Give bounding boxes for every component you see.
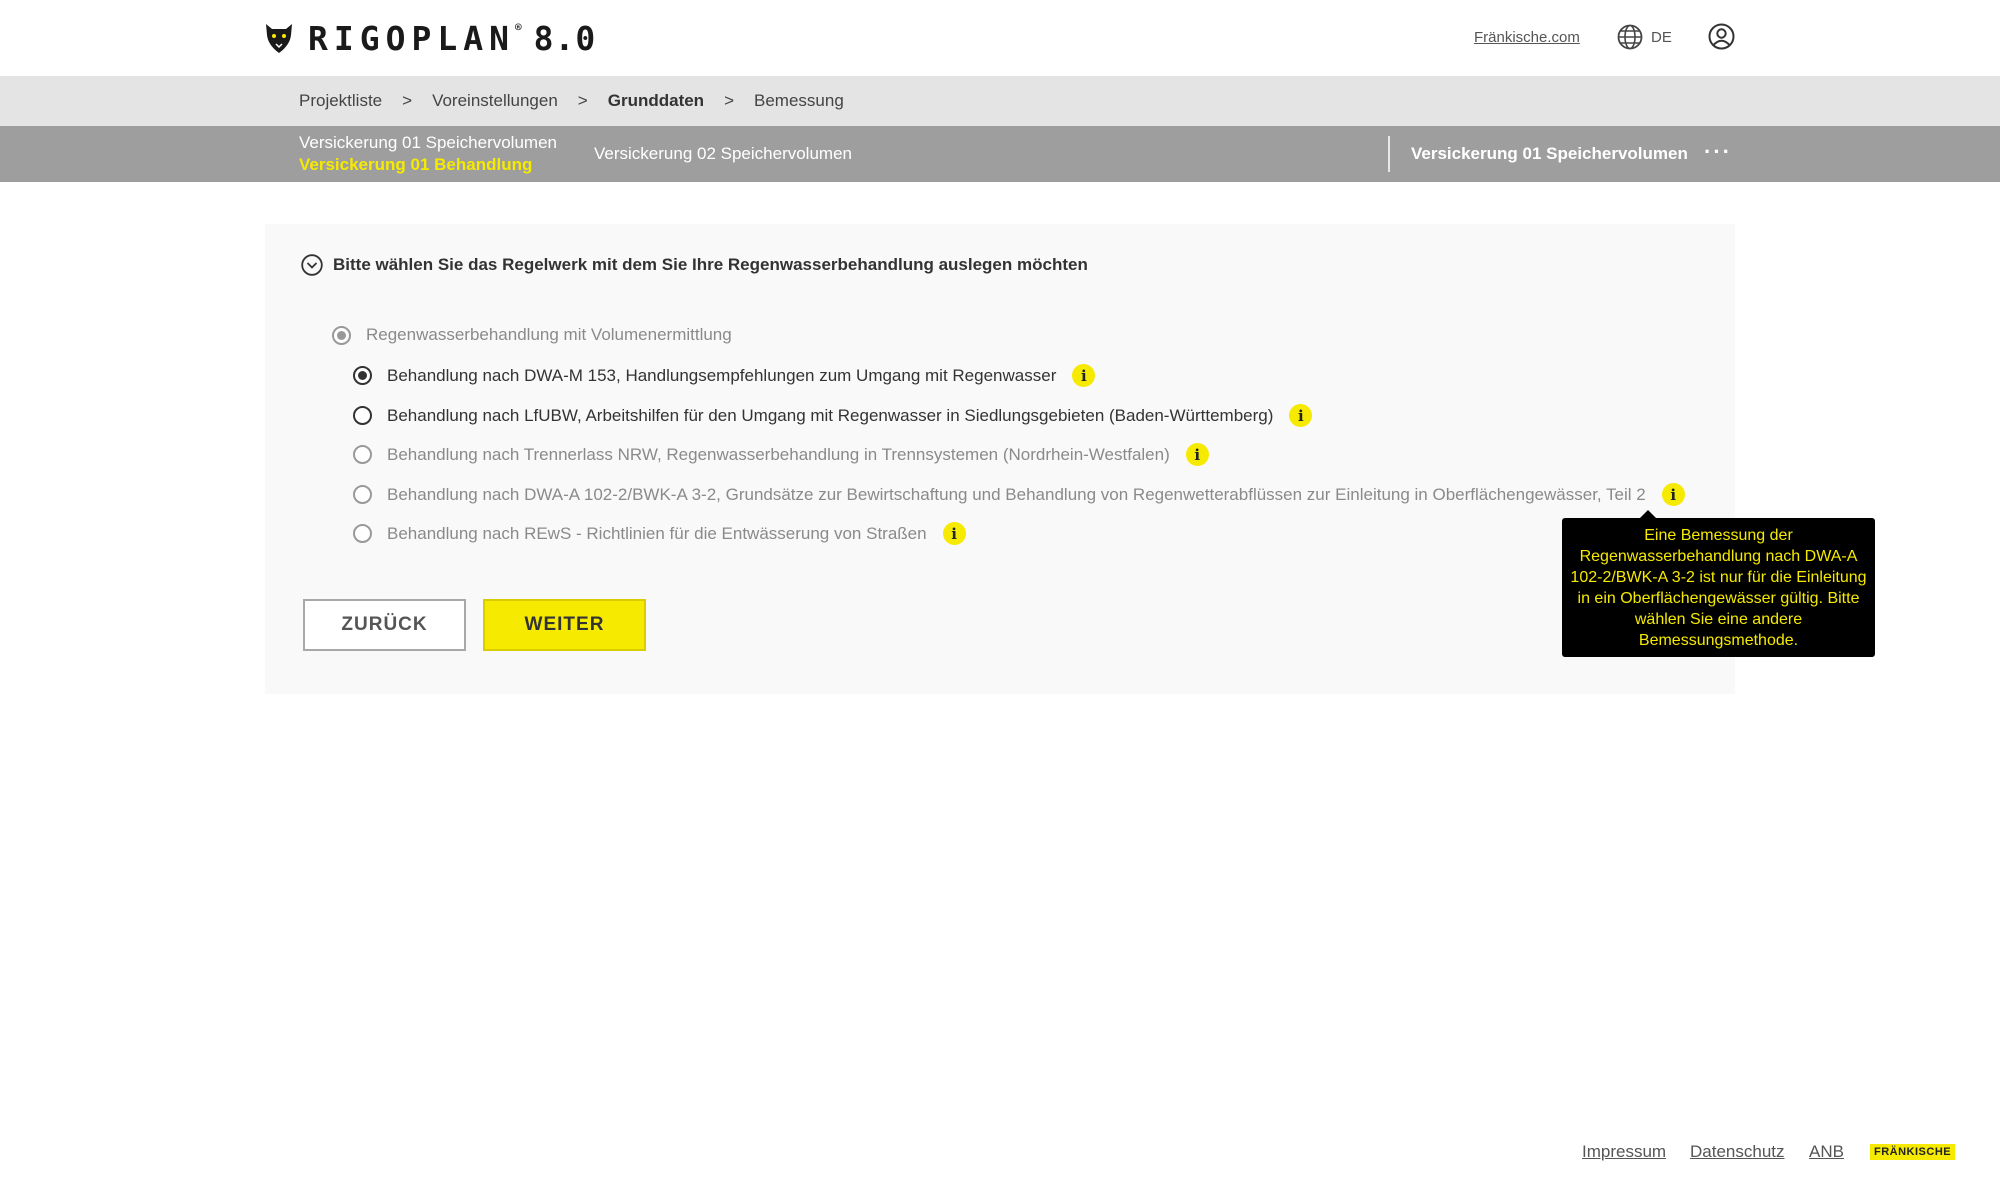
option-label: Behandlung nach Trennerlass NRW, Regenwa…: [387, 444, 1170, 464]
breadcrumb: Projektliste > Voreinstellungen > Grundd…: [299, 91, 844, 111]
group-option-volumenermittlung[interactable]: Regenwasserbehandlung mit Volumenermittl…: [332, 325, 732, 345]
footer-anb-link[interactable]: ANB: [1809, 1142, 1844, 1162]
option-label: Behandlung nach LfUBW, Arbeitshilfen für…: [387, 405, 1274, 425]
option-label: Behandlung nach DWA-M 153, Handlungsempf…: [387, 365, 1057, 385]
language-selector[interactable]: DE: [1617, 24, 1672, 50]
breadcrumb-grunddaten[interactable]: Grunddaten: [608, 91, 704, 111]
breadcrumb-bar: Projektliste > Voreinstellungen > Grundd…: [0, 76, 2000, 126]
rigoplan-logo[interactable]: RIGOPLAN® 8.0: [264, 18, 596, 58]
radio-rews[interactable]: [353, 524, 372, 543]
footer-datenschutz-link[interactable]: Datenschutz: [1690, 1142, 1785, 1162]
info-icon[interactable]: i: [942, 522, 966, 545]
radio-lfubw[interactable]: [353, 406, 372, 425]
brand-version: 8.0: [533, 18, 597, 58]
breadcrumb-projektliste[interactable]: Projektliste: [299, 91, 382, 111]
breadcrumb-separator: >: [724, 91, 735, 110]
back-button[interactable]: ZURÜCK: [303, 599, 466, 651]
tab-versickerung-01[interactable]: Versickerung 01 Speichervolumen Versicke…: [299, 132, 557, 176]
breadcrumb-separator: >: [402, 91, 413, 110]
radio-dwa-a-102[interactable]: [353, 485, 372, 504]
regelwerk-card: Bitte wählen Sie das Regelwerk mit dem S…: [265, 224, 1735, 694]
option-lfubw[interactable]: Behandlung nach LfUBW, Arbeitshilfen für…: [353, 404, 1313, 427]
option-dwa-a-102[interactable]: Behandlung nach DWA-A 102-2/BWK-A 3-2, G…: [353, 483, 1685, 506]
globe-icon: [1617, 24, 1643, 50]
option-label: Behandlung nach DWA-A 102-2/BWK-A 3-2, G…: [387, 484, 1646, 504]
next-button[interactable]: WEITER: [483, 599, 646, 651]
breadcrumb-separator: >: [577, 91, 588, 110]
info-tooltip: Eine Bemessung der Regenwasserbehandlung…: [1562, 518, 1875, 657]
more-options-button[interactable]: ···: [1704, 141, 1732, 163]
breadcrumb-voreinstellungen[interactable]: Voreinstellungen: [432, 91, 558, 111]
option-rews[interactable]: Behandlung nach REwS - Richtlinien für d…: [353, 522, 966, 545]
footer-impressum-link[interactable]: Impressum: [1582, 1142, 1666, 1162]
info-icon[interactable]: i: [1661, 483, 1685, 506]
tab-versickerung-01-behandlung[interactable]: Versickerung 01 Behandlung: [299, 154, 557, 176]
option-label: Behandlung nach REwS - Richtlinien für d…: [387, 523, 927, 543]
option-label: Regenwasserbehandlung mit Volumenermittl…: [366, 325, 732, 344]
radio-volumenermittlung[interactable]: [332, 325, 351, 345]
chevron-down-circle-icon[interactable]: [301, 254, 323, 276]
panther-logo-icon: [266, 24, 292, 53]
breadcrumb-bemessung[interactable]: Bemessung: [754, 91, 844, 111]
tab-divider: [1388, 136, 1390, 172]
tab-versickerung-01-speicher[interactable]: Versickerung 01 Speichervolumen: [299, 132, 557, 154]
fraenkische-link[interactable]: Fränkische.com: [1474, 29, 1580, 46]
option-trennerlass-nrw[interactable]: Behandlung nach Trennerlass NRW, Regenwa…: [353, 443, 1209, 466]
tab-versickerung-02[interactable]: Versickerung 02 Speichervolumen: [594, 144, 852, 164]
fraenkische-logo[interactable]: FRÄNKISCHE: [1870, 1144, 1956, 1160]
info-icon[interactable]: i: [1289, 404, 1313, 427]
option-dwa-m-153[interactable]: Behandlung nach DWA-M 153, Handlungsempf…: [353, 364, 1096, 387]
info-icon[interactable]: i: [1072, 364, 1096, 387]
info-icon[interactable]: i: [1185, 443, 1209, 466]
user-account-icon[interactable]: [1708, 23, 1735, 50]
element-tab-bar: Versickerung 01 Speichervolumen Versicke…: [0, 126, 2000, 182]
language-label: DE: [1651, 28, 1672, 46]
current-element-label: Versickerung 01 Speichervolumen: [1411, 144, 1688, 163]
brand-name: RIGOPLAN®: [308, 18, 522, 58]
radio-trennerlass-nrw[interactable]: [353, 445, 372, 464]
section-header[interactable]: Bitte wählen Sie das Regelwerk mit dem S…: [301, 254, 1088, 276]
section-title: Bitte wählen Sie das Regelwerk mit dem S…: [333, 255, 1088, 274]
radio-dwa-m-153[interactable]: [353, 366, 372, 385]
app-header: RIGOPLAN® 8.0 Fränkische.com DE: [0, 0, 2000, 76]
